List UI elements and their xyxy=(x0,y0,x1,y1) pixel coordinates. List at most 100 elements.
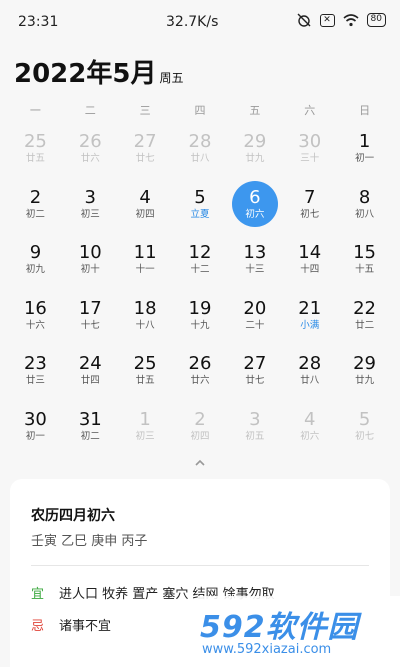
day-number: 11 xyxy=(133,242,157,263)
lunar-day-label: 初四 xyxy=(135,208,155,220)
weekday-label: 二 xyxy=(84,104,96,117)
day-cell[interactable]: 30 初一 xyxy=(8,401,63,457)
day-number: 27 xyxy=(243,353,267,374)
day-cell[interactable]: 15 十五 xyxy=(337,234,392,290)
lunar-day-label: 初二 xyxy=(80,430,100,442)
day-number: 28 xyxy=(188,131,212,152)
weekday-label: 三 xyxy=(139,104,151,117)
day-cell[interactable]: 28 廿八 xyxy=(282,345,337,401)
watermark-logo: 592软件园 xyxy=(200,610,359,645)
lunar-day-label: 初六 xyxy=(300,430,320,442)
day-cell[interactable]: 17 十七 xyxy=(63,290,118,346)
day-number: 18 xyxy=(133,297,157,319)
day-cell[interactable]: 29 廿九 xyxy=(227,123,282,179)
day-cell[interactable]: 25 廿五 xyxy=(8,123,63,179)
day-number: 17 xyxy=(78,297,102,319)
lunar-day-label: 廿六 xyxy=(190,375,210,386)
day-cell[interactable]: 10 初十 xyxy=(63,234,118,290)
day-cell[interactable]: 4 初六 xyxy=(282,401,337,457)
weekday-label: 四 xyxy=(194,104,206,117)
day-cell[interactable]: 1 初一 xyxy=(337,123,392,179)
sim-off-icon: ✕ xyxy=(319,13,335,27)
day-cell[interactable]: 9 初九 xyxy=(8,234,63,290)
day-cell[interactable]: 2 初四 xyxy=(173,401,228,457)
ganzhi-text: 壬寅 乙巳 庚申 丙子 xyxy=(31,534,148,549)
day-cell[interactable]: 11 十一 xyxy=(118,234,173,290)
day-number: 21 xyxy=(298,297,322,319)
day-number: 20 xyxy=(243,297,267,319)
lunar-day-label: 初一 xyxy=(25,430,45,442)
lunar-day-label: 十三 xyxy=(245,264,265,275)
day-number: 2 xyxy=(194,408,206,430)
collapse-chevron-icon[interactable] xyxy=(194,458,206,468)
day-number: 5 xyxy=(358,408,371,430)
lunar-day-label: 廿五 xyxy=(135,375,155,386)
day-cell[interactable]: 20 二十 xyxy=(227,290,282,346)
day-cell[interactable]: 13 十三 xyxy=(227,234,282,290)
day-cell[interactable]: 4 初四 xyxy=(118,179,173,235)
day-cell[interactable]: 22 廿二 xyxy=(337,290,392,346)
lunar-day-label: 十八 xyxy=(135,319,155,331)
lunar-day-label: 廿七 xyxy=(135,153,155,164)
day-number: 23 xyxy=(23,353,47,374)
lunar-day-label: 初七 xyxy=(300,208,320,220)
solar-term-label: 小满 xyxy=(300,319,320,331)
day-cell[interactable]: 19 十九 xyxy=(173,290,228,346)
day-number: 16 xyxy=(23,297,47,319)
lunar-day-label: 廿八 xyxy=(300,375,320,386)
day-cell[interactable]: 7 初七 xyxy=(282,179,337,235)
day-cell[interactable]: 26 廿六 xyxy=(63,123,118,179)
lunar-day-label: 十二 xyxy=(190,264,210,275)
battery-icon: 80 xyxy=(366,13,386,27)
day-cell[interactable]: 30 三十 xyxy=(282,123,337,179)
day-number: 29 xyxy=(353,353,377,374)
lunar-day-label: 十七 xyxy=(80,319,100,331)
day-cell-selected[interactable]: 6 初六 xyxy=(227,179,282,235)
status-icons: ✕ 80 xyxy=(296,13,386,27)
day-cell[interactable]: 1 初三 xyxy=(118,401,173,457)
month-header[interactable]: 2022年5月 周五 xyxy=(14,50,183,90)
lunar-day-label: 初九 xyxy=(25,264,45,275)
day-cell[interactable]: 27 廿七 xyxy=(227,345,282,401)
day-cell[interactable]: 5 初七 xyxy=(337,401,392,457)
day-cell[interactable]: 3 初三 xyxy=(63,179,118,235)
lunar-day-label: 初十 xyxy=(80,264,100,275)
day-cell[interactable]: 28 廿八 xyxy=(173,123,228,179)
day-cell[interactable]: 26 廿六 xyxy=(173,345,228,401)
day-cell[interactable]: 18 十八 xyxy=(118,290,173,346)
day-cell[interactable]: 16 十六 xyxy=(8,290,63,346)
ji-label: 忌 xyxy=(31,619,45,634)
lunar-day-label: 十六 xyxy=(25,319,45,331)
day-cell[interactable]: 29 廿九 xyxy=(337,345,392,401)
lunar-day-label: 廿九 xyxy=(355,375,375,386)
lunar-day-label: 廿二 xyxy=(355,319,375,331)
day-number: 22 xyxy=(353,297,377,319)
day-cell[interactable]: 23 廿三 xyxy=(8,345,63,401)
lunar-day-label: 廿四 xyxy=(80,375,100,386)
day-number: 25 xyxy=(133,353,157,374)
watermark-url: www.592xiazai.com xyxy=(202,642,332,657)
day-number: 27 xyxy=(133,131,157,152)
day-cell[interactable]: 2 初二 xyxy=(8,179,63,235)
lunar-day-label: 十五 xyxy=(355,264,375,275)
day-cell[interactable]: 21 小满 xyxy=(282,290,337,346)
day-cell[interactable]: 5 立夏 xyxy=(173,179,228,235)
lunar-day-label: 廿七 xyxy=(245,375,265,386)
day-cell[interactable]: 27 廿七 xyxy=(118,123,173,179)
weekday-label: 六 xyxy=(304,104,316,117)
day-cell[interactable]: 24 廿四 xyxy=(63,345,118,401)
page-title[interactable]: 2022年5月 xyxy=(14,53,156,90)
day-cell[interactable]: 12 十二 xyxy=(173,234,228,290)
day-number: 5 xyxy=(194,186,206,208)
day-cell[interactable]: 25 廿五 xyxy=(118,345,173,401)
day-number: 1 xyxy=(358,131,371,152)
day-cell[interactable]: 8 初八 xyxy=(337,179,392,235)
day-number: 10 xyxy=(78,242,102,263)
day-number: 7 xyxy=(303,186,316,208)
day-cell[interactable]: 14 十四 xyxy=(282,234,337,290)
day-number: 26 xyxy=(78,131,102,152)
day-cell[interactable]: 31 初二 xyxy=(63,401,118,457)
day-number: 29 xyxy=(243,131,267,152)
day-cell[interactable]: 3 初五 xyxy=(227,401,282,457)
lunar-day-label: 初四 xyxy=(190,430,210,442)
